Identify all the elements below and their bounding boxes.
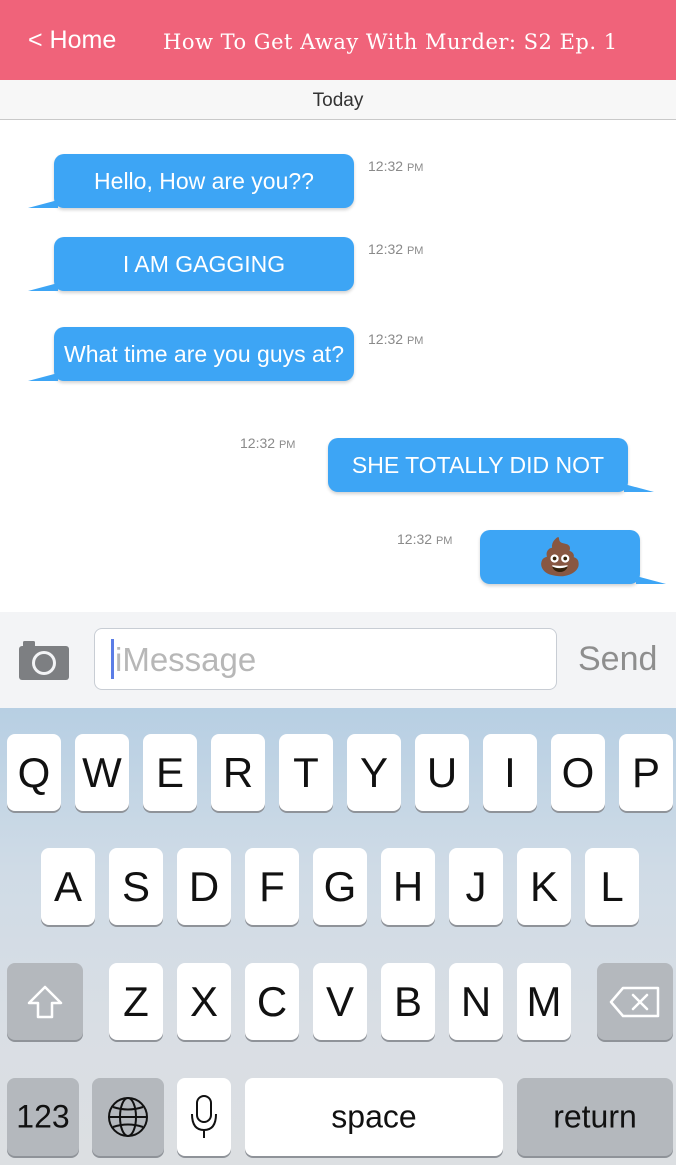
message-bubble-outgoing[interactable]: SHE TOTALLY DID NOT [328, 438, 654, 492]
message-timestamp: 12:32 PM [240, 435, 296, 451]
send-button[interactable]: Send [578, 640, 657, 679]
conversation-title: How To Get Away With Murder: S2 Ep. 1 [163, 30, 618, 54]
message-text: SHE TOTALLY DID NOT [351, 452, 605, 478]
key-j[interactable]: J [449, 848, 503, 925]
key-r[interactable]: R [211, 734, 265, 811]
space-key[interactable]: space [245, 1078, 503, 1156]
message-bubble-outgoing[interactable]: 💩 [480, 530, 666, 584]
imessage-input[interactable]: iMessage [94, 628, 557, 690]
text-caret [111, 639, 114, 679]
key-c[interactable]: C [245, 963, 299, 1040]
key-w[interactable]: W [75, 734, 129, 811]
globe-key[interactable] [92, 1078, 164, 1156]
key-d[interactable]: D [177, 848, 231, 925]
globe-icon [108, 1097, 148, 1137]
key-s[interactable]: S [109, 848, 163, 925]
key-e[interactable]: E [143, 734, 197, 811]
shift-key[interactable] [7, 963, 83, 1040]
key-x[interactable]: X [177, 963, 231, 1040]
message-bubble-incoming[interactable]: Hello, How are you?? [28, 154, 354, 208]
bubble-tail [624, 484, 654, 492]
message-timestamp: 12:32 PM [397, 531, 453, 547]
key-q[interactable]: Q [7, 734, 61, 811]
key-p[interactable]: P [619, 734, 673, 811]
message-text: Hello, How are you?? [94, 168, 314, 194]
numbers-key[interactable]: 123 [7, 1078, 79, 1156]
key-n[interactable]: N [449, 963, 503, 1040]
message-timestamp: 12:32 PM [368, 331, 424, 347]
key-f[interactable]: F [245, 848, 299, 925]
delete-key[interactable] [597, 963, 673, 1040]
nav-header: < Home How To Get Away With Murder: S2 E… [0, 0, 676, 80]
key-o[interactable]: O [551, 734, 605, 811]
message-timestamp: 12:32 PM [368, 158, 424, 174]
key-m[interactable]: M [517, 963, 571, 1040]
delete-icon [609, 986, 660, 1018]
camera-icon[interactable] [17, 638, 71, 682]
message-bubble-incoming[interactable]: I AM GAGGING [28, 237, 354, 291]
date-divider: Today [0, 80, 676, 120]
bubble-tail [28, 283, 58, 291]
return-key[interactable]: return [517, 1078, 673, 1156]
key-u[interactable]: U [415, 734, 469, 811]
microphone-icon [191, 1095, 217, 1138]
message-timestamp: 12:32 PM [368, 241, 424, 257]
poop-emoji: 💩 [537, 536, 583, 577]
bubble-tail [28, 373, 58, 381]
key-z[interactable]: Z [109, 963, 163, 1040]
bubble-tail [28, 200, 58, 208]
key-t[interactable]: T [279, 734, 333, 811]
message-text: I AM GAGGING [122, 251, 286, 277]
key-y[interactable]: Y [347, 734, 401, 811]
key-a[interactable]: A [41, 848, 95, 925]
key-v[interactable]: V [313, 963, 367, 1040]
message-bubble-incoming[interactable]: What time are you guys at? [28, 327, 354, 381]
key-k[interactable]: K [517, 848, 571, 925]
dictation-key[interactable] [177, 1078, 231, 1156]
key-g[interactable]: G [313, 848, 367, 925]
key-b[interactable]: B [381, 963, 435, 1040]
bubble-tail [636, 576, 666, 584]
key-h[interactable]: H [381, 848, 435, 925]
shift-icon [27, 985, 63, 1019]
message-text: What time are you guys at? [64, 341, 344, 367]
key-l[interactable]: L [585, 848, 639, 925]
input-placeholder: iMessage [115, 641, 257, 678]
back-home-button[interactable]: < Home [28, 26, 116, 55]
key-i[interactable]: I [483, 734, 537, 811]
